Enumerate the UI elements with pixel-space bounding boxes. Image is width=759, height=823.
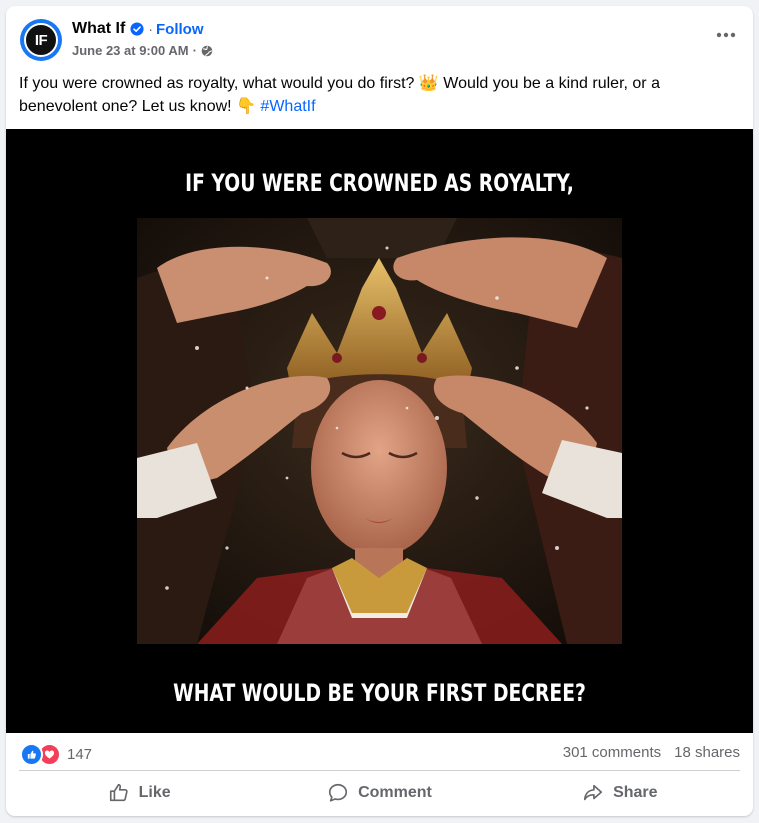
hashtag-link[interactable]: #WhatIf xyxy=(260,98,315,115)
image-bottom-text: WHAT WOULD BE YOUR FIRST DECREE? xyxy=(173,679,586,707)
avatar-logo: IF xyxy=(24,23,58,57)
comment-button[interactable]: Comment xyxy=(259,772,499,814)
post-stats: 147 301 comments 18 shares xyxy=(6,733,753,773)
like-button[interactable]: Like xyxy=(19,772,259,814)
separator-dot: · xyxy=(192,43,197,58)
reaction-count: 147 xyxy=(67,746,93,763)
thumbs-up-icon xyxy=(109,783,128,802)
share-label: Share xyxy=(613,784,658,801)
globe-icon[interactable] xyxy=(201,45,213,57)
avatar[interactable]: IF xyxy=(20,19,62,61)
image-top-text: IF YOU WERE CROWNED AS ROYALTY, xyxy=(185,169,574,197)
page-name-link[interactable]: What If xyxy=(72,20,125,38)
shares-count-link[interactable]: 18 shares xyxy=(674,744,740,761)
post-header: IF What If · Follow June 23 at 9:00 AM · xyxy=(6,6,753,68)
post-caption: If you were crowned as royalty, what wou… xyxy=(19,72,739,118)
engagement-counts: 301 comments 18 shares xyxy=(563,744,740,761)
comment-label: Comment xyxy=(358,784,432,801)
share-button[interactable]: Share xyxy=(500,772,740,814)
like-reaction-icon xyxy=(20,743,43,766)
separator-dot: · xyxy=(148,21,153,37)
like-label: Like xyxy=(138,784,171,801)
share-arrow-icon xyxy=(584,784,603,801)
reactions-summary[interactable]: 147 xyxy=(20,743,92,766)
timestamp-link[interactable]: June 23 at 9:00 AM xyxy=(72,43,189,58)
post-meta: June 23 at 9:00 AM · xyxy=(72,43,213,58)
speech-bubble-icon xyxy=(329,783,348,802)
caption-text: If you were crowned as royalty, what wou… xyxy=(19,75,660,115)
comments-count-link[interactable]: 301 comments xyxy=(563,744,661,761)
divider xyxy=(19,770,740,771)
name-line: What If · Follow xyxy=(72,20,204,38)
post-card: IF What If · Follow June 23 at 9:00 AM · xyxy=(6,6,753,816)
verified-badge-icon xyxy=(130,22,144,36)
more-options-icon[interactable] xyxy=(713,28,739,42)
coronation-artwork xyxy=(137,218,622,644)
post-image[interactable]: IF YOU WERE CROWNED AS ROYALTY, WHAT WOU… xyxy=(6,129,753,733)
follow-button[interactable]: Follow xyxy=(156,21,204,38)
action-bar: Like Comment Share xyxy=(19,772,740,814)
